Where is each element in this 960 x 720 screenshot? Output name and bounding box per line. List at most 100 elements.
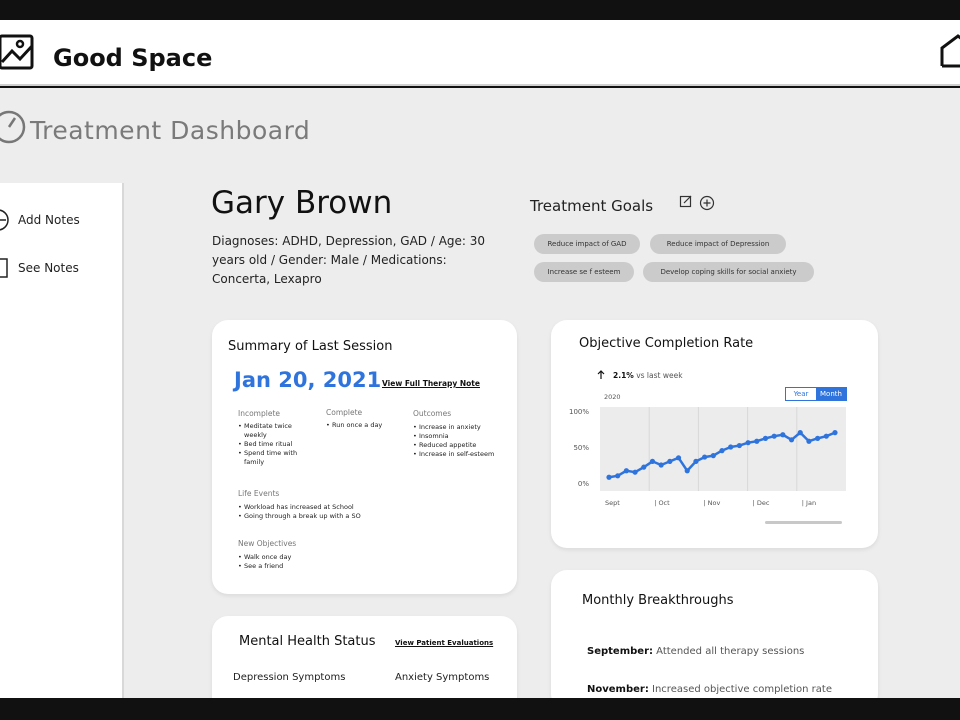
goal-tag[interactable]: Increase se f esteem <box>534 262 634 282</box>
data-point <box>632 469 638 475</box>
breakthrough-item: September: Attended all therapy sessions <box>587 646 804 657</box>
data-point <box>667 458 673 464</box>
toggle-year[interactable]: Year <box>786 388 816 400</box>
trend-label: vs last week <box>633 371 683 380</box>
session-date: Jan 20, 2021 <box>234 368 382 392</box>
new-objectives-label: New Objectives <box>238 539 297 548</box>
life-events-list: Workload has increased at School Going t… <box>238 503 438 521</box>
complete-list: Run once a day <box>326 421 406 430</box>
x-tick-label: | Dec <box>753 499 770 507</box>
data-point <box>806 438 812 444</box>
data-point <box>823 433 829 439</box>
sidebar-item-add-notes[interactable]: Add Notes <box>0 207 80 233</box>
arrow-up-icon <box>597 370 605 379</box>
data-point <box>623 468 629 474</box>
data-point <box>649 458 656 464</box>
list-item: See a friend <box>238 562 438 571</box>
x-tick-label: Sept <box>605 499 620 507</box>
data-point <box>745 440 751 446</box>
add-notes-icon <box>0 209 9 231</box>
add-goal-icon[interactable] <box>699 195 715 211</box>
anxiety-symptoms-label: Anxiety Symptoms <box>395 672 490 683</box>
view-therapy-note-link[interactable]: View Full Therapy Note <box>382 379 480 388</box>
sidebar-item-label: Add Notes <box>18 213 80 227</box>
data-point <box>780 432 786 438</box>
data-point <box>702 454 708 460</box>
data-point <box>754 438 760 444</box>
list-item: Workload has increased at School <box>238 503 438 512</box>
objective-completion-card: Objective Completion Rate 2.1% vs last w… <box>551 320 878 548</box>
data-point <box>771 433 777 439</box>
mental-health-title: Mental Health Status <box>239 634 376 649</box>
y-tick-label: 100% <box>569 408 589 416</box>
edit-icon[interactable] <box>679 194 693 208</box>
trend-value: 2.1% <box>613 371 634 380</box>
patient-info: Diagnoses: ADHD, Depression, GAD / Age: … <box>212 234 486 286</box>
x-tick-label: | Oct <box>654 499 670 507</box>
image-logo-icon <box>0 34 34 70</box>
y-tick-label: 0% <box>578 480 589 488</box>
goal-tag[interactable]: Reduce impact of Depression <box>650 234 786 254</box>
list-item: Run once a day <box>326 421 406 430</box>
period-toggle: Year Month <box>785 387 847 401</box>
goal-tag[interactable]: Develop coping skills for social anxiety <box>643 262 814 282</box>
list-item: Meditate twice weekly <box>238 422 310 440</box>
view-evaluations-link[interactable]: View Patient Evaluations <box>395 639 493 647</box>
y-tick-label: 50% <box>573 444 589 452</box>
list-item: Going through a break up with a SO <box>238 512 438 521</box>
sidebar-item-see-notes[interactable]: See Notes <box>0 255 79 281</box>
data-point <box>832 430 838 436</box>
data-point <box>797 430 803 436</box>
app-title: Good Space <box>53 44 213 72</box>
summary-card: Summary of Last Session Jan 20, 2021 Vie… <box>212 320 517 594</box>
breakthrough-text: Attended all therapy sessions <box>653 646 805 657</box>
patient-name: Gary Brown <box>211 185 393 221</box>
new-objectives-list: Walk once day See a friend <box>238 553 438 571</box>
summary-title: Summary of Last Session <box>228 339 393 354</box>
list-item: Reduced appetite <box>413 441 498 450</box>
data-point <box>684 468 690 474</box>
incomplete-label: Incomplete <box>238 409 280 418</box>
sidebar: Add Notes See Notes <box>0 183 124 703</box>
list-item: Increase in self-esteem <box>413 450 498 459</box>
x-tick-label: | Nov <box>703 499 720 507</box>
app-header: Good Space <box>0 20 960 86</box>
list-item: Bed time ritual <box>238 440 310 449</box>
sidebar-item-label: See Notes <box>18 261 79 275</box>
outcomes-label: Outcomes <box>413 409 452 418</box>
toggle-month[interactable]: Month <box>816 388 846 400</box>
data-point <box>606 474 612 480</box>
home-icon[interactable] <box>936 30 960 70</box>
data-point <box>641 464 647 470</box>
list-item: Spend time with family <box>238 449 310 467</box>
breakthroughs-card: Monthly Breakthroughs September: Attende… <box>551 570 878 710</box>
data-point <box>762 435 769 441</box>
data-point <box>615 473 621 479</box>
data-point <box>736 442 742 449</box>
data-point <box>693 458 699 464</box>
list-item: Insomnia <box>413 432 498 441</box>
treatment-goals-title: Treatment Goals <box>530 197 654 215</box>
breakthrough-item: November: Increased objective completion… <box>587 684 832 695</box>
dashboard-gauge-icon <box>0 110 26 144</box>
x-tick-label: | Jan <box>802 499 816 507</box>
main-content: Treatment Dashboard Add Notes See Notes … <box>0 88 960 716</box>
data-point <box>710 453 716 459</box>
depression-symptoms-label: Depression Symptoms <box>233 672 346 683</box>
data-point <box>788 437 795 443</box>
breakthrough-month: November: <box>587 684 649 695</box>
life-events-label: Life Events <box>238 489 280 498</box>
data-point <box>728 444 734 450</box>
outcomes-list: Increase in anxiety Insomnia Reduced app… <box>413 423 498 459</box>
list-item: Increase in anxiety <box>413 423 498 432</box>
breakthroughs-title: Monthly Breakthroughs <box>582 593 734 608</box>
trend-text: 2.1% vs last week <box>613 371 683 380</box>
list-item: Walk once day <box>238 553 438 562</box>
chart-scrollbar[interactable] <box>765 521 842 524</box>
goal-tag[interactable]: Reduce impact of GAD <box>534 234 640 254</box>
notes-icon <box>0 258 8 278</box>
objective-title: Objective Completion Rate <box>579 336 754 351</box>
data-point <box>815 435 821 441</box>
device-bezel-bottom <box>0 698 960 720</box>
incomplete-list: Meditate twice weekly Bed time ritual Sp… <box>238 422 310 467</box>
